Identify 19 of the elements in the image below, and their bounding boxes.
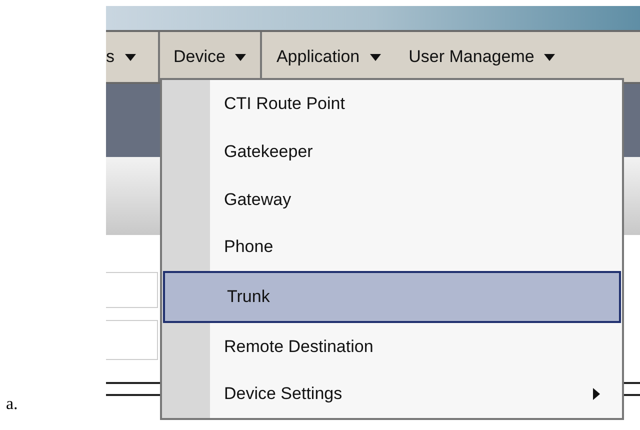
menu-tab[interactable]: s [106,32,158,82]
menu-item[interactable]: Phone [162,223,622,271]
menu-tab[interactable]: Application [262,32,395,82]
figure-label: a. [6,392,19,414]
input-field[interactable] [106,320,158,360]
caret-icon [370,54,381,60]
caret-icon [124,54,136,60]
submenu-arrow-icon [593,388,600,400]
menu-item[interactable]: Trunk [163,270,621,323]
menu-item[interactable]: Device Settings [162,370,622,418]
menu-item[interactable]: Remote Destination [162,322,622,370]
caret-icon [235,54,246,60]
menu-tab[interactable]: Device [158,32,262,82]
menu-item[interactable]: CTI Route Point [162,80,622,128]
menu-item[interactable]: Gateway [162,175,622,224]
input-field[interactable] [106,272,158,308]
menu-item[interactable]: Gatekeeper [162,128,622,176]
menu-tab[interactable]: User Manageme [394,32,570,82]
caret-icon [544,54,556,60]
